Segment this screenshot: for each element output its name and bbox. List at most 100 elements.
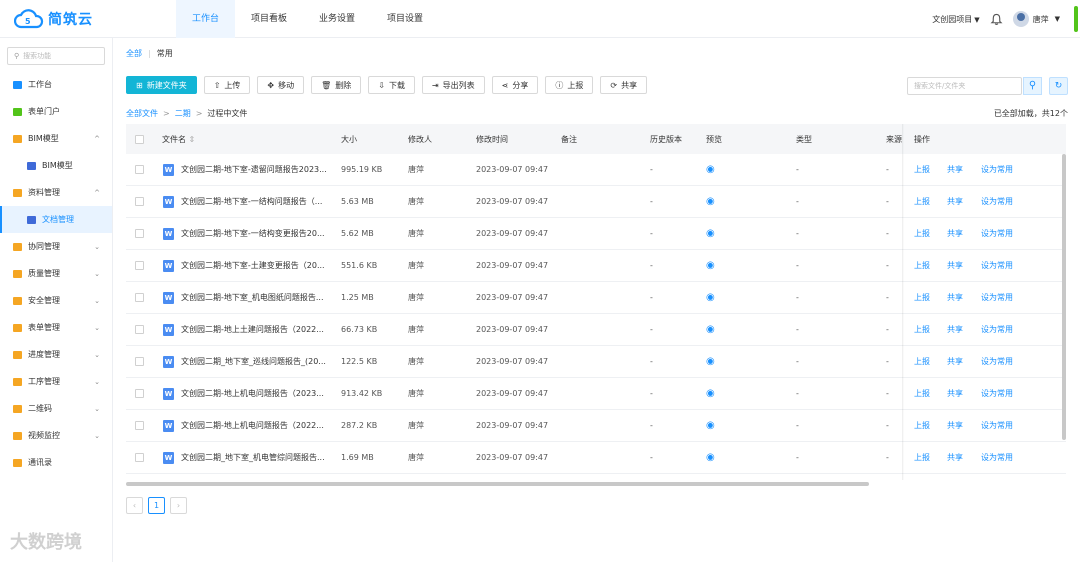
user-menu[interactable]: 唐萍 ▼ [1012,11,1060,27]
download-button[interactable]: ⇩ 下载 [368,76,415,94]
bell-icon[interactable] [990,13,1003,26]
set-favorite-link[interactable]: 设为常用 [981,324,1013,335]
co-share-button[interactable]: ⟳ 共享 [600,76,648,94]
sidebar-item-bim-model[interactable]: BIM模型 [0,152,112,179]
report-link[interactable]: 上报 [914,228,930,239]
file-name[interactable]: 文创园二期_地下室_机电管综问题报告... [181,452,325,463]
share-link[interactable]: 共享 [947,292,963,303]
breadcrumb-all[interactable]: 全部 [126,49,142,58]
upload-button[interactable]: ⇧ 上传 [203,76,251,94]
delete-button[interactable]: 🗑 删除 [311,76,362,94]
report-link[interactable]: 上报 [914,420,930,431]
set-favorite-link[interactable]: 设为常用 [981,228,1013,239]
table-row[interactable]: W 文创园二期-地上机电问题报告（2022... 287.2 KB 唐萍 2023-09… [126,410,1066,442]
file-name[interactable]: 文创园二期-地上机电问题报告（2022... [181,420,324,431]
report-button[interactable]: ⓘ 上报 [545,76,594,94]
export-list-button[interactable]: ⇥ 导出列表 [421,76,485,94]
row-checkbox[interactable] [135,261,144,270]
sidebar-item-quality[interactable]: 质量管理 ⌄ [0,260,112,287]
report-link[interactable]: 上报 [914,260,930,271]
report-link[interactable]: 上报 [914,356,930,367]
eye-icon[interactable]: ◉ [706,196,715,207]
set-favorite-link[interactable]: 设为常用 [981,260,1013,271]
table-row[interactable]: W 文创园二期-地下室-一结构变更报告20... 5.62 MB 唐萍 2023-09-… [126,218,1066,250]
row-checkbox[interactable] [135,229,144,238]
eye-icon[interactable]: ◉ [706,260,715,271]
share-link[interactable]: 共享 [947,452,963,463]
refresh-button[interactable]: ↻ [1049,77,1068,95]
set-favorite-link[interactable]: 设为常用 [981,356,1013,367]
logo[interactable]: 5 简筑云 [14,9,93,29]
sidebar-item-data-management[interactable]: 资料管理 ^ [0,179,112,206]
file-name[interactable]: 文创园二期-地上土建问题报告（2022... [181,324,324,335]
page-number-button[interactable]: 1 [148,497,165,514]
eye-icon[interactable]: ◉ [706,164,715,175]
topnav-business-settings[interactable]: 业务设置 [303,0,371,38]
path-root-link[interactable]: 全部文件 [126,109,158,118]
new-folder-button[interactable]: ⊞ 新建文件夹 [126,76,197,94]
table-row[interactable]: W 文创园二期-地下室-土建变更报告（20... 551.6 KB 唐萍 2023-09… [126,250,1066,282]
file-name[interactable]: 文创园二期-地下室-一结构问题报告（... [181,196,322,207]
sidebar-item-video[interactable]: 视频监控 ⌄ [0,422,112,449]
set-favorite-link[interactable]: 设为常用 [981,196,1013,207]
horizontal-scrollbar[interactable] [126,482,869,486]
row-checkbox[interactable] [135,165,144,174]
path-level2-link[interactable]: 二期 [175,109,191,118]
share-link[interactable]: 共享 [947,164,963,175]
report-link[interactable]: 上报 [914,388,930,399]
sidebar-item-process[interactable]: 工序管理 ⌄ [0,368,112,395]
sidebar-item-document-management[interactable]: 文档管理 [0,206,112,233]
project-selector[interactable]: 文创园项目 ▼ [932,14,979,25]
sidebar-item-form-management[interactable]: 表单管理 ⌄ [0,314,112,341]
file-name[interactable]: 文创园二期-地下室-土建变更报告（20... [181,260,325,271]
file-name[interactable]: 文创园二期_地下室_巡线问题报告_(20... [181,356,326,367]
sidebar-item-collaboration[interactable]: 协同管理 ⌄ [0,233,112,260]
row-checkbox[interactable] [135,325,144,334]
share-button[interactable]: ⋖ 分享 [491,76,539,94]
file-name[interactable]: 文创园二期-地下室-一结构变更报告20... [181,228,325,239]
set-favorite-link[interactable]: 设为常用 [981,292,1013,303]
row-checkbox[interactable] [135,421,144,430]
table-row[interactable]: W 文创园二期-地下室-一结构问题报告（... 5.63 MB 唐萍 2023-09-0… [126,186,1066,218]
sidebar-item-contacts[interactable]: 通讯录 [0,449,112,476]
topnav-project-board[interactable]: 项目看板 [235,0,303,38]
file-name[interactable]: 文创园二期-地下室_机电图纸问题报告... [181,292,324,303]
set-favorite-link[interactable]: 设为常用 [981,388,1013,399]
eye-icon[interactable]: ◉ [706,388,715,399]
sidebar-item-bim[interactable]: BIM模型 ^ [0,125,112,152]
share-link[interactable]: 共享 [947,196,963,207]
sidebar-item-form-portal[interactable]: 表单门户 [0,98,112,125]
table-row[interactable]: W 文创园二期_地下室_巡线问题报告_(20... 122.5 KB 唐萍 2023-0… [126,346,1066,378]
table-row[interactable]: W 文创园二期-地上土建问题报告（2022... 66.73 KB 唐萍 2023-09… [126,314,1066,346]
move-button[interactable]: ✥ 移动 [257,76,305,94]
file-name[interactable]: 文创园二期-地上机电问题报告（2023... [181,388,324,399]
eye-icon[interactable]: ◉ [706,324,715,335]
share-link[interactable]: 共享 [947,260,963,271]
sidebar-item-workbench[interactable]: 工作台 [0,71,112,98]
report-link[interactable]: 上报 [914,164,930,175]
sidebar-item-safety[interactable]: 安全管理 ⌄ [0,287,112,314]
row-checkbox[interactable] [135,389,144,398]
sidebar-item-qrcode[interactable]: 二维码 ⌄ [0,395,112,422]
sidebar-item-progress[interactable]: 进度管理 ⌄ [0,341,112,368]
topnav-workbench[interactable]: 工作台 [176,0,236,38]
set-favorite-link[interactable]: 设为常用 [981,452,1013,463]
row-checkbox[interactable] [135,357,144,366]
header-name[interactable]: 文件名 ⇕ [162,134,195,145]
eye-icon[interactable]: ◉ [706,420,715,431]
row-checkbox[interactable] [135,197,144,206]
share-link[interactable]: 共享 [947,228,963,239]
table-row[interactable]: W 文创园二期_地下室_机电管综问题报告... 1.69 MB 唐萍 2023-09-0… [126,442,1066,474]
topnav-project-settings[interactable]: 项目设置 [371,0,439,38]
row-checkbox[interactable] [135,293,144,302]
table-row[interactable]: W 文创园二期-地下室-遗留问题报告2023... 995.19 KB 唐萍 2023-… [126,154,1066,186]
share-link[interactable]: 共享 [947,420,963,431]
report-link[interactable]: 上报 [914,452,930,463]
file-search-input[interactable]: 搜索文件/文件夹 [907,77,1022,95]
sidebar-search-input[interactable]: ⚲ 搜索功能 [7,47,105,65]
share-link[interactable]: 共享 [947,356,963,367]
row-checkbox[interactable] [135,453,144,462]
set-favorite-link[interactable]: 设为常用 [981,164,1013,175]
eye-icon[interactable]: ◉ [706,452,715,463]
share-link[interactable]: 共享 [947,324,963,335]
